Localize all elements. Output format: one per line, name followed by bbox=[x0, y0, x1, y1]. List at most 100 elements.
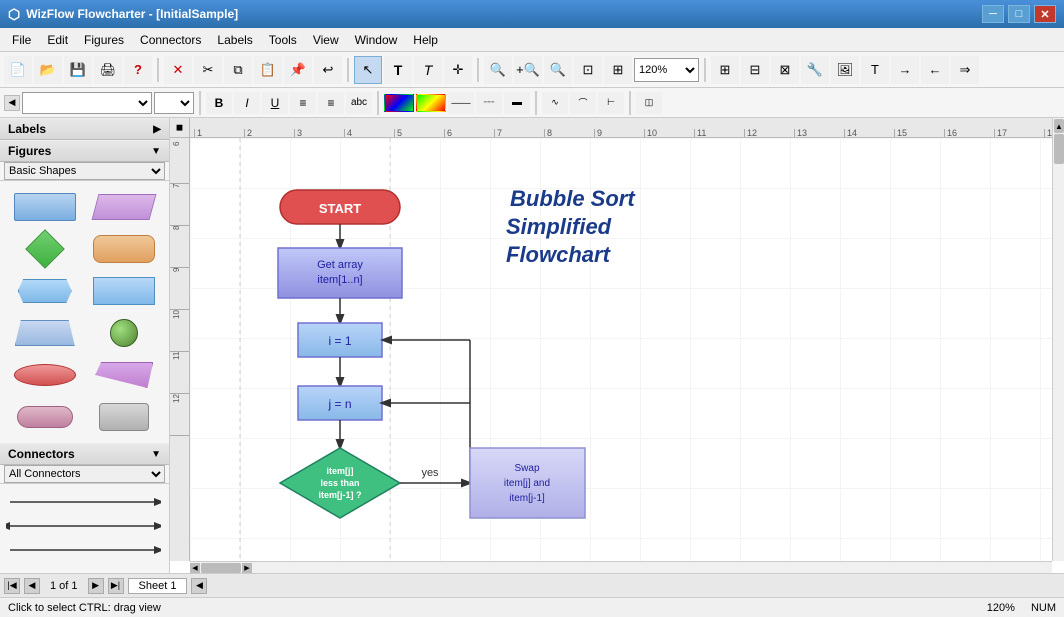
scroll-up-btn[interactable]: ▲ bbox=[1054, 119, 1064, 133]
figure-oval[interactable] bbox=[8, 357, 82, 393]
zoom-reset-button[interactable]: ⊞ bbox=[604, 56, 632, 84]
font-select[interactable] bbox=[22, 92, 152, 114]
connector-style-btn2[interactable]: ⌒ bbox=[570, 92, 596, 114]
connect-button[interactable]: ✛ bbox=[444, 56, 472, 84]
paste-button[interactable]: 📋 bbox=[254, 56, 282, 84]
labels-section-header[interactable]: Labels ▶ bbox=[0, 118, 169, 140]
undo-button[interactable]: ↩ bbox=[314, 56, 342, 84]
figure-circle[interactable] bbox=[88, 315, 162, 351]
font-color-btn[interactable]: abc bbox=[346, 92, 372, 114]
figure-rect3[interactable] bbox=[88, 273, 162, 309]
minimize-button[interactable]: ─ bbox=[982, 5, 1004, 23]
scroll-left-btn[interactable]: ◀ bbox=[4, 95, 20, 111]
scroll-right-btn[interactable]: ▶ bbox=[242, 563, 252, 573]
figures-category-select[interactable]: Basic Shapes bbox=[4, 162, 165, 180]
scroll-left-btn[interactable]: ◀ bbox=[190, 563, 200, 573]
menu-connectors[interactable]: Connectors bbox=[132, 28, 209, 51]
zoom-in-button[interactable]: 🔍 bbox=[484, 56, 512, 84]
sheet-tab[interactable]: Sheet 1 bbox=[128, 578, 188, 594]
menu-tools[interactable]: Tools bbox=[261, 28, 305, 51]
line-width-btn[interactable]: ▬ bbox=[504, 92, 530, 114]
connector-style-btn[interactable]: ∿ bbox=[542, 92, 568, 114]
connectors-section-header[interactable]: Connectors ▼ bbox=[0, 443, 169, 465]
canvas[interactable]: Bubble Sort Simplified Flowchart START G… bbox=[190, 138, 1052, 561]
delete-button[interactable]: ✕ bbox=[164, 56, 192, 84]
arrow-left-btn[interactable]: ← bbox=[921, 56, 949, 84]
figure-rhombus[interactable] bbox=[88, 357, 162, 393]
menu-help[interactable]: Help bbox=[405, 28, 446, 51]
menu-window[interactable]: Window bbox=[347, 28, 406, 51]
open-button[interactable]: 📂 bbox=[34, 56, 62, 84]
menu-view[interactable]: View bbox=[305, 28, 347, 51]
text2-button[interactable]: T bbox=[414, 56, 442, 84]
figure-pill[interactable] bbox=[8, 399, 82, 435]
connector-arrow1[interactable] bbox=[6, 492, 163, 512]
close-button[interactable]: ✕ bbox=[1034, 5, 1056, 23]
scroll-thumb-h[interactable] bbox=[201, 563, 241, 573]
figures-section-header[interactable]: Figures ▼ bbox=[0, 140, 169, 162]
line-style-btn1[interactable]: ─── bbox=[448, 92, 474, 114]
print-button[interactable]: 🖨 bbox=[94, 56, 122, 84]
page-first-btn[interactable]: |◀ bbox=[4, 578, 20, 594]
properties-button[interactable]: 🔧 bbox=[801, 56, 829, 84]
shadow-btn[interactable]: ◫ bbox=[636, 92, 662, 114]
distribute-button[interactable]: ⊠ bbox=[771, 56, 799, 84]
page-next-btn[interactable]: ▶ bbox=[88, 578, 104, 594]
zoom-fit-button[interactable]: ⊡ bbox=[574, 56, 602, 84]
zoom-in2-button[interactable]: +🔍 bbox=[514, 56, 542, 84]
pointer-button[interactable]: ↖ bbox=[354, 56, 382, 84]
connectors-dropdown[interactable]: All Connectors bbox=[0, 465, 169, 484]
grid-button[interactable]: ⊞ bbox=[711, 56, 739, 84]
scrollbar-horizontal[interactable]: ◀ ▶ bbox=[190, 561, 1052, 573]
menu-file[interactable]: File bbox=[4, 28, 39, 51]
figure-diamond[interactable] bbox=[8, 231, 82, 267]
bold-button[interactable]: B bbox=[206, 92, 232, 114]
menu-labels[interactable]: Labels bbox=[209, 28, 260, 51]
figure-rounded-rect[interactable] bbox=[88, 231, 162, 267]
save-button[interactable]: 💾 bbox=[64, 56, 92, 84]
connector-style-btn3[interactable]: ⊢ bbox=[598, 92, 624, 114]
text3-button[interactable]: T bbox=[861, 56, 889, 84]
underline-button[interactable]: U bbox=[262, 92, 288, 114]
image-button[interactable]: 🖼 bbox=[831, 56, 859, 84]
figures-dropdown[interactable]: Basic Shapes bbox=[0, 162, 169, 181]
zoom-select[interactable]: 50% 75% 100% 120% 150% 200% bbox=[634, 58, 699, 82]
align-center-btn[interactable]: ≡ bbox=[318, 92, 344, 114]
forward-button[interactable]: ⇒ bbox=[951, 56, 979, 84]
italic-button[interactable]: I bbox=[234, 92, 260, 114]
fill-color-swatch[interactable] bbox=[416, 94, 446, 112]
zoom-out-button[interactable]: 🔍 bbox=[544, 56, 572, 84]
figure-cylinder[interactable] bbox=[88, 399, 162, 435]
figure-hexagon[interactable] bbox=[8, 273, 82, 309]
scroll-thumb-v[interactable] bbox=[1054, 134, 1064, 164]
text-button[interactable]: T bbox=[384, 56, 412, 84]
figure-parallelogram[interactable] bbox=[88, 189, 162, 225]
figure-rectangle[interactable] bbox=[8, 189, 82, 225]
align-left-btn[interactable]: ≡ bbox=[290, 92, 316, 114]
help-button[interactable]: ? bbox=[124, 56, 152, 84]
maximize-button[interactable]: □ bbox=[1008, 5, 1030, 23]
menu-edit[interactable]: Edit bbox=[39, 28, 76, 51]
cut-button[interactable]: ✂ bbox=[194, 56, 222, 84]
connector-line[interactable] bbox=[6, 564, 163, 573]
page-last-btn[interactable]: ▶| bbox=[108, 578, 124, 594]
copy-button[interactable]: ⧉ bbox=[224, 56, 252, 84]
font-size-select[interactable] bbox=[154, 92, 194, 114]
connectors-category-select[interactable]: All Connectors bbox=[4, 465, 165, 483]
figure-trapezoid[interactable] bbox=[8, 315, 82, 351]
title-bar-controls[interactable]: ─ □ ✕ bbox=[982, 5, 1056, 23]
paste-special-button[interactable]: 📌 bbox=[284, 56, 312, 84]
align-button[interactable]: ⊟ bbox=[741, 56, 769, 84]
page-scroll-btn[interactable]: ◀ bbox=[191, 578, 207, 594]
font-color-swatch[interactable] bbox=[384, 94, 414, 112]
connector-arrow2[interactable] bbox=[6, 516, 163, 536]
menu-figures[interactable]: Figures bbox=[76, 28, 132, 51]
page-prev-btn[interactable]: ◀ bbox=[24, 578, 40, 594]
line-style-btn2[interactable]: ┈┈ bbox=[476, 92, 502, 114]
arrow-right-btn[interactable]: → bbox=[891, 56, 919, 84]
connector-arrow3[interactable] bbox=[6, 540, 163, 560]
canvas-area[interactable]: ◼ 1 2 3 4 5 6 7 8 9 10 11 12 13 14 15 16… bbox=[170, 118, 1064, 573]
new-button[interactable]: 📄 bbox=[4, 56, 32, 84]
scrollbar-vertical[interactable]: ▲ bbox=[1052, 118, 1064, 561]
corner-btn[interactable]: ◼ bbox=[170, 118, 190, 138]
